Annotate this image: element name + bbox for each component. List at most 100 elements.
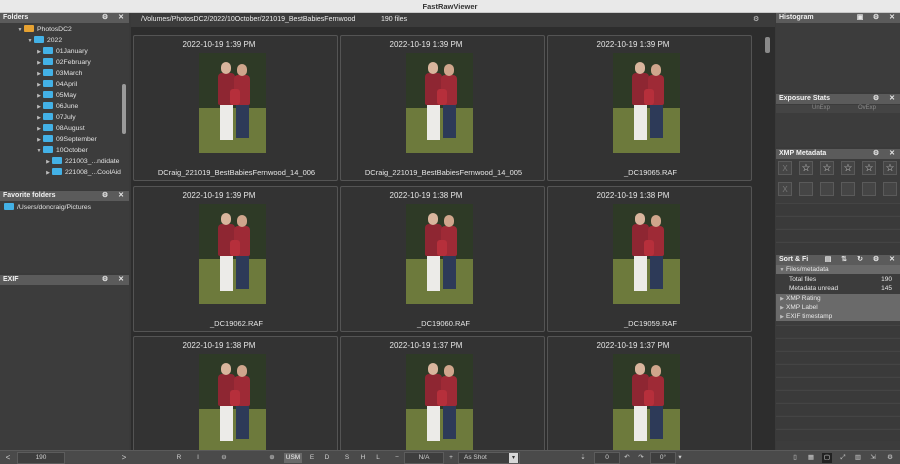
fullscreen-icon[interactable]: ⤢ xyxy=(838,453,848,463)
tree-item[interactable]: ▶ 05May xyxy=(35,91,76,100)
tree-item[interactable]: ▼ 2022 xyxy=(26,36,62,45)
sort-order-icon[interactable]: ⇅ xyxy=(840,256,848,264)
photo-thumbnail[interactable] xyxy=(199,53,266,153)
panels-icon[interactable]: ▥ xyxy=(853,453,863,463)
expand-arrow-icon[interactable]: ▶ xyxy=(35,59,43,68)
export-icon[interactable]: ⇲ xyxy=(868,453,878,463)
expand-arrow-icon[interactable]: ▼ xyxy=(35,147,43,156)
tree-item[interactable]: ▶ 09September xyxy=(35,135,97,144)
settings-icon[interactable]: ⚙ xyxy=(101,276,109,284)
expand-arrow-icon[interactable]: ▶ xyxy=(35,125,43,134)
group-exif-timestamp[interactable]: ▶ EXIF timestamp xyxy=(776,312,900,321)
dof-button[interactable]: D xyxy=(322,453,332,463)
tree-item[interactable]: ▼ PhotosDC2 xyxy=(16,25,72,34)
info-button[interactable]: I xyxy=(192,453,204,463)
rotation-chevron-icon[interactable]: ▾ xyxy=(676,453,684,463)
exposure-button[interactable]: E xyxy=(307,453,317,463)
tree-item[interactable]: ▶ 04April xyxy=(35,80,77,89)
close-icon[interactable]: ✕ xyxy=(117,14,125,22)
label-color-3[interactable] xyxy=(841,182,855,196)
photo-thumbnail[interactable] xyxy=(613,354,680,454)
zoom-in-icon[interactable]: ⊕ xyxy=(266,453,278,463)
rotate-right-icon[interactable]: ↷ xyxy=(636,453,646,463)
label-color-5[interactable] xyxy=(883,182,897,196)
white-balance-select[interactable]: As Shot ▾ xyxy=(458,452,520,464)
thumbnail-cell[interactable]: 2022-10-19 1:37 PM xyxy=(340,336,545,464)
photo-thumbnail[interactable] xyxy=(199,354,266,454)
thumbnail-cell[interactable]: 2022-10-19 1:38 PM _DC19059.RAF xyxy=(547,186,752,332)
expand-arrow-icon[interactable]: ▶ xyxy=(35,81,43,90)
thumbnail-cell[interactable]: 2022-10-19 1:39 PM _DC19065.RAF xyxy=(547,35,752,181)
photo-thumbnail[interactable] xyxy=(406,204,473,304)
exposure-minus-button[interactable]: − xyxy=(392,453,402,463)
photo-thumbnail[interactable] xyxy=(613,204,680,304)
tree-item[interactable]: ▶ 02February xyxy=(35,58,91,67)
gear-icon[interactable]: ⚙ xyxy=(884,453,896,463)
rotate-left-icon[interactable]: ↶ xyxy=(622,453,632,463)
raw-button[interactable]: R xyxy=(173,453,185,463)
expand-arrow-icon[interactable]: ▼ xyxy=(26,37,34,46)
label-color-1[interactable] xyxy=(799,182,813,196)
expand-arrow-icon[interactable]: ▶ xyxy=(35,114,43,123)
tree-item[interactable]: ▶ 08August xyxy=(35,124,85,133)
photo-thumbnail[interactable] xyxy=(199,204,266,304)
tree-scrollbar[interactable] xyxy=(122,84,126,134)
expand-arrow-icon[interactable]: ▶ xyxy=(35,70,43,79)
expand-arrow-icon[interactable]: ▶ xyxy=(35,103,43,112)
exposure-plus-button[interactable]: + xyxy=(446,453,456,463)
settings-icon[interactable]: ⚙ xyxy=(872,95,880,103)
close-icon[interactable]: ✕ xyxy=(888,95,896,103)
grid-scrollbar[interactable] xyxy=(765,33,770,449)
tree-item[interactable]: ▶ 07July xyxy=(35,113,76,122)
files-metadata-section[interactable]: ▼ Files/metadata xyxy=(776,265,900,274)
scrollbar-thumb[interactable] xyxy=(765,37,770,53)
fit-view-icon[interactable]: ▢ xyxy=(822,453,832,463)
photo-thumbnail[interactable] xyxy=(406,354,473,454)
tree-item[interactable]: ▶ 06June xyxy=(35,102,78,111)
close-icon[interactable]: ✕ xyxy=(888,14,896,22)
group-xmp-rating[interactable]: ▶ XMP Rating xyxy=(776,294,900,303)
image-icon[interactable]: ▣ xyxy=(856,14,864,22)
zoom-out-icon[interactable]: ⊖ xyxy=(218,453,230,463)
tree-item[interactable]: ▶ 221003_...ndidate xyxy=(44,157,119,166)
photo-thumbnail[interactable] xyxy=(406,53,473,153)
group-xmp-label[interactable]: ▶ XMP Label xyxy=(776,303,900,312)
star-rating-2[interactable]: ☆ xyxy=(820,161,834,175)
thumbnail-cell[interactable]: 2022-10-19 1:39 PM _DC19062.RAF xyxy=(133,186,338,332)
expand-arrow-icon[interactable]: ▶ xyxy=(44,158,52,167)
photo-thumbnail[interactable] xyxy=(613,53,680,153)
clear-label-button[interactable]: X xyxy=(778,182,792,196)
star-rating-1[interactable]: ☆ xyxy=(799,161,813,175)
document-icon[interactable]: ▤ xyxy=(824,256,832,264)
next-button[interactable]: > xyxy=(118,453,130,463)
settings-icon[interactable]: ⚙ xyxy=(872,256,880,264)
previous-button[interactable]: < xyxy=(2,453,14,463)
star-rating-3[interactable]: ☆ xyxy=(841,161,855,175)
close-icon[interactable]: ✕ xyxy=(117,276,125,284)
refresh-icon[interactable]: ↻ xyxy=(856,256,864,264)
close-icon[interactable]: ✕ xyxy=(888,150,896,158)
expand-arrow-icon[interactable]: ▶ xyxy=(35,48,43,57)
expand-arrow-icon[interactable]: ▶ xyxy=(35,136,43,145)
tree-item[interactable]: ▶ 03March xyxy=(35,69,82,78)
expand-arrow-icon[interactable]: ▼ xyxy=(16,26,24,35)
usm-button[interactable]: USM xyxy=(284,453,302,463)
favorite-item[interactable]: /Users/doncraig/Pictures xyxy=(4,203,91,212)
star-rating-4[interactable]: ☆ xyxy=(862,161,876,175)
reject-button[interactable]: X xyxy=(778,161,792,175)
label-color-2[interactable] xyxy=(820,182,834,196)
close-icon[interactable]: ✕ xyxy=(888,256,896,264)
expand-arrow-icon[interactable]: ▶ xyxy=(35,92,43,101)
settings-icon[interactable]: ⚙ xyxy=(872,150,880,158)
settings-icon[interactable]: ⚙ xyxy=(872,14,880,22)
thumbnail-cell[interactable]: 2022-10-19 1:37 PM xyxy=(547,336,752,464)
lights-button[interactable]: L xyxy=(373,453,383,463)
settings-icon[interactable]: ⚙ xyxy=(101,14,109,22)
close-icon[interactable]: ✕ xyxy=(117,192,125,200)
star-rating-5[interactable]: ☆ xyxy=(883,161,897,175)
highlights-button[interactable]: H xyxy=(358,453,368,463)
tree-item[interactable]: ▼ 10October xyxy=(35,146,88,155)
settings-icon[interactable]: ⚙ xyxy=(753,13,759,27)
thumbnail-cell[interactable]: 2022-10-19 1:39 PM DCraig_221019_BestBabi… xyxy=(340,35,545,181)
expand-arrow-icon[interactable]: ▶ xyxy=(44,169,52,178)
